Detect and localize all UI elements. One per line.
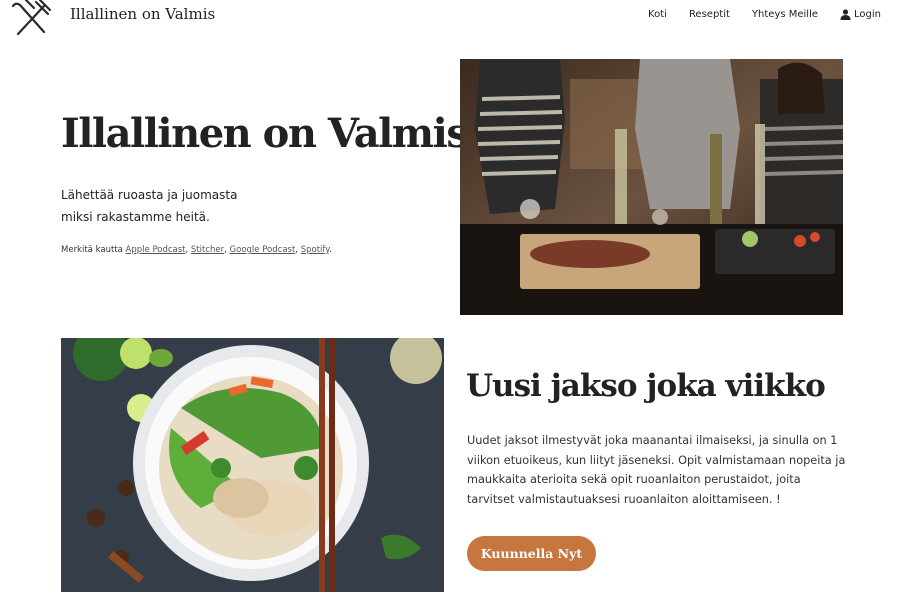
nav-item-yhteys-meille[interactable]: Yhteys Meille — [752, 9, 818, 20]
hero-photo-friends-cooking — [460, 59, 843, 315]
hero-subtitle-line-1: Lähettää ruoasta ja juomasta — [61, 188, 238, 202]
google-podcast-link[interactable]: Google Podcast — [230, 245, 296, 255]
hero-title: Illallinen on Valmis — [61, 110, 469, 157]
hero-subtitle: Lähettää ruoasta ja juomasta miksi rakas… — [61, 184, 237, 228]
brand-name[interactable]: Illallinen on Valmis — [70, 5, 215, 23]
login-link[interactable]: Login — [840, 9, 881, 20]
hero-subtitle-line-2: miksi rakastamme heitä. — [61, 210, 210, 224]
fork-and-knife-icon[interactable] — [10, 0, 62, 36]
subscribe-line: Merkitä kautta Apple Podcast, Stitcher, … — [61, 245, 332, 255]
spotify-link[interactable]: Spotify — [301, 245, 329, 255]
episode-title: Uusi jakso joka viikko — [466, 368, 826, 404]
nav-item-reseptit[interactable]: Reseptit — [689, 9, 730, 20]
subscribe-prefix: Merkitä kautta — [61, 245, 123, 255]
listen-now-button[interactable]: Kuunnella Nyt — [467, 536, 596, 571]
main-nav: Koti Reseptit Yhteys Meille Login — [626, 9, 881, 20]
episode-description: Uudet jaksot ilmestyvät joka maanantai i… — [467, 434, 846, 506]
food-photo-noodle-bowl — [61, 338, 444, 592]
user-icon — [840, 9, 851, 20]
stitcher-link[interactable]: Stitcher — [191, 245, 224, 255]
nav-item-koti[interactable]: Koti — [648, 9, 667, 20]
login-label: Login — [854, 9, 881, 20]
apple-podcast-link[interactable]: Apple Podcast — [126, 245, 186, 255]
